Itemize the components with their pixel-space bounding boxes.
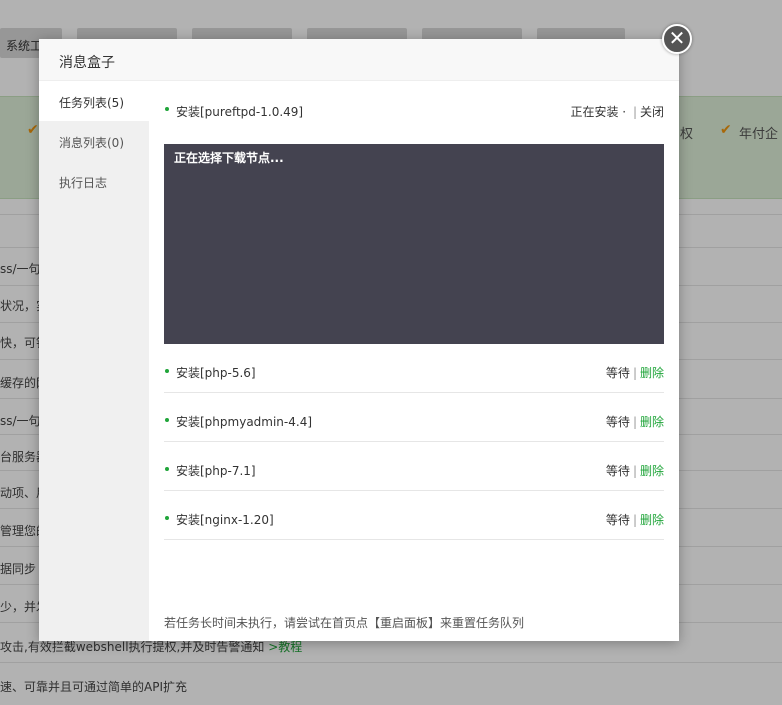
- task-status: 正在安装 ·: [570, 105, 627, 119]
- status-dot-icon: [165, 369, 169, 373]
- status-dot-icon: [165, 467, 169, 471]
- task-row-current: 安装[pureftpd-1.0.49] 正在安装 · | 关闭: [164, 71, 664, 120]
- task-name: 安装[php-5.6]: [176, 366, 256, 380]
- task-name: 安装[php-7.1]: [176, 464, 256, 478]
- close-icon: ✕: [668, 26, 686, 50]
- task-status: 等待: [605, 366, 630, 380]
- task-status: 等待: [605, 464, 630, 478]
- delete-task-link[interactable]: 删除: [640, 513, 664, 527]
- delete-task-link[interactable]: 删除: [640, 366, 664, 380]
- task-status: 等待: [605, 415, 630, 429]
- dialog-title: 消息盒子: [59, 55, 115, 71]
- task-name: 安装[phpmyadmin-4.4]: [176, 415, 313, 429]
- task-row: 安装[php-7.1] 等待 | 删除: [164, 442, 664, 491]
- install-console: 正在选择下载节点...: [164, 144, 664, 344]
- close-dialog-button[interactable]: ✕: [662, 24, 692, 54]
- sidebar-item-label: 任务列表(5): [59, 96, 124, 110]
- task-list-panel: 安装[pureftpd-1.0.49] 正在安装 · | 关闭 正在选择下载节点.…: [164, 81, 664, 641]
- task-actions: 等待 | 删除: [605, 513, 664, 527]
- task-name: 安装[pureftpd-1.0.49]: [176, 105, 304, 119]
- message-box-dialog: 消息盒子 ✕ 任务列表(5) 消息列表(0) 执行日志 安装[pureftpd-…: [39, 24, 692, 641]
- task-row: 安装[php-5.6] 等待 | 删除: [164, 344, 664, 393]
- status-dot-icon: [165, 107, 169, 111]
- console-output: 正在选择下载节点...: [174, 151, 284, 165]
- task-actions: 等待 | 删除: [605, 366, 664, 380]
- task-actions: 等待 | 删除: [605, 415, 664, 429]
- sidebar-item-execution-log[interactable]: 执行日志: [39, 161, 149, 201]
- task-row: 安装[nginx-1.20] 等待 | 删除: [164, 491, 664, 540]
- task-actions: 等待 | 删除: [605, 464, 664, 478]
- delete-task-link[interactable]: 删除: [640, 464, 664, 478]
- sidebar-item-task-list[interactable]: 任务列表(5): [39, 81, 149, 121]
- status-dot-icon: [165, 516, 169, 520]
- task-actions: 正在安装 · | 关闭: [570, 105, 664, 119]
- dialog-sidebar: 任务列表(5) 消息列表(0) 执行日志: [39, 81, 149, 641]
- delete-task-link[interactable]: 删除: [640, 415, 664, 429]
- task-row: 安装[phpmyadmin-4.4] 等待 | 删除: [164, 393, 664, 442]
- task-status: 等待: [605, 513, 630, 527]
- sidebar-item-label: 消息列表(0): [59, 136, 124, 150]
- sidebar-item-label: 执行日志: [59, 176, 108, 190]
- close-task-link[interactable]: 关闭: [640, 105, 664, 119]
- task-queue-hint: 若任务长时间未执行，请尝试在首页点【重启面板】来重置任务队列: [164, 616, 525, 630]
- task-name: 安装[nginx-1.20]: [176, 513, 274, 527]
- sidebar-item-message-list[interactable]: 消息列表(0): [39, 121, 149, 161]
- status-dot-icon: [165, 418, 169, 422]
